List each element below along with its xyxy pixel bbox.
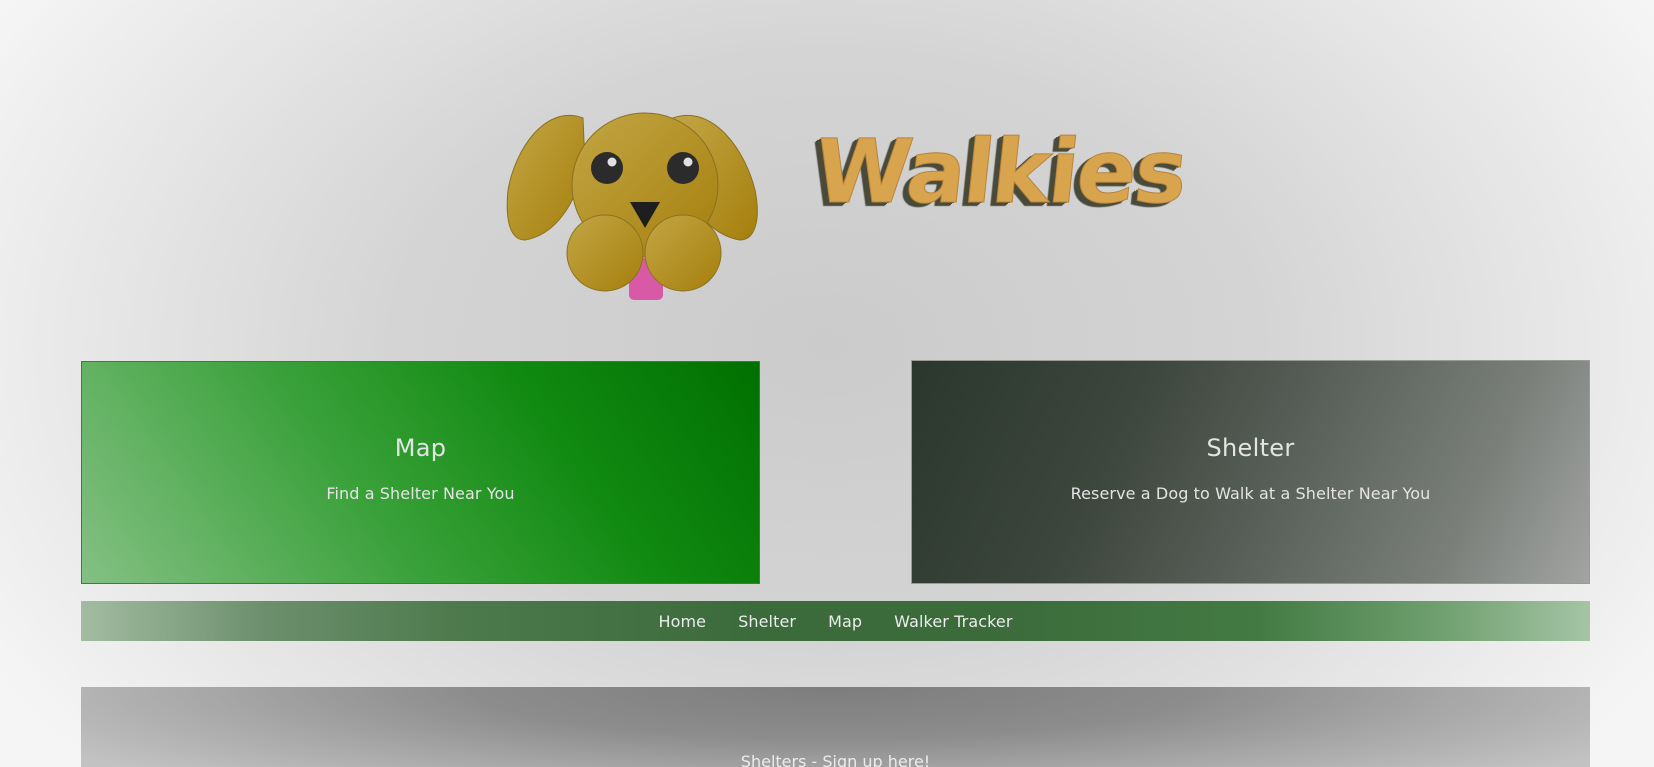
main-nav: Home Shelter Map Walker Tracker	[81, 601, 1590, 641]
dog-logo-icon	[506, 112, 758, 300]
shelter-card-title: Shelter	[1206, 433, 1295, 462]
shelter-signup-panel: Shelters - Sign up here!	[81, 687, 1590, 767]
map-card-subtitle: Find a Shelter Near You	[326, 484, 515, 503]
shelter-card-subtitle: Reserve a Dog to Walk at a Shelter Near …	[1070, 483, 1431, 503]
brand-wordmark: Walkies	[809, 120, 1191, 224]
map-card[interactable]: Map Find a Shelter Near You	[81, 361, 760, 584]
shelter-signup-link[interactable]: Shelters - Sign up here!	[81, 752, 1590, 767]
map-card-title: Map	[394, 434, 447, 462]
nav-link-home[interactable]: Home	[642, 612, 722, 631]
nav-link-map[interactable]: Map	[812, 612, 878, 631]
shelter-card[interactable]: Shelter Reserve a Dog to Walk at a Shelt…	[911, 360, 1590, 584]
nav-link-shelter[interactable]: Shelter	[722, 612, 812, 631]
nav-link-walker-tracker[interactable]: Walker Tracker	[878, 612, 1028, 631]
